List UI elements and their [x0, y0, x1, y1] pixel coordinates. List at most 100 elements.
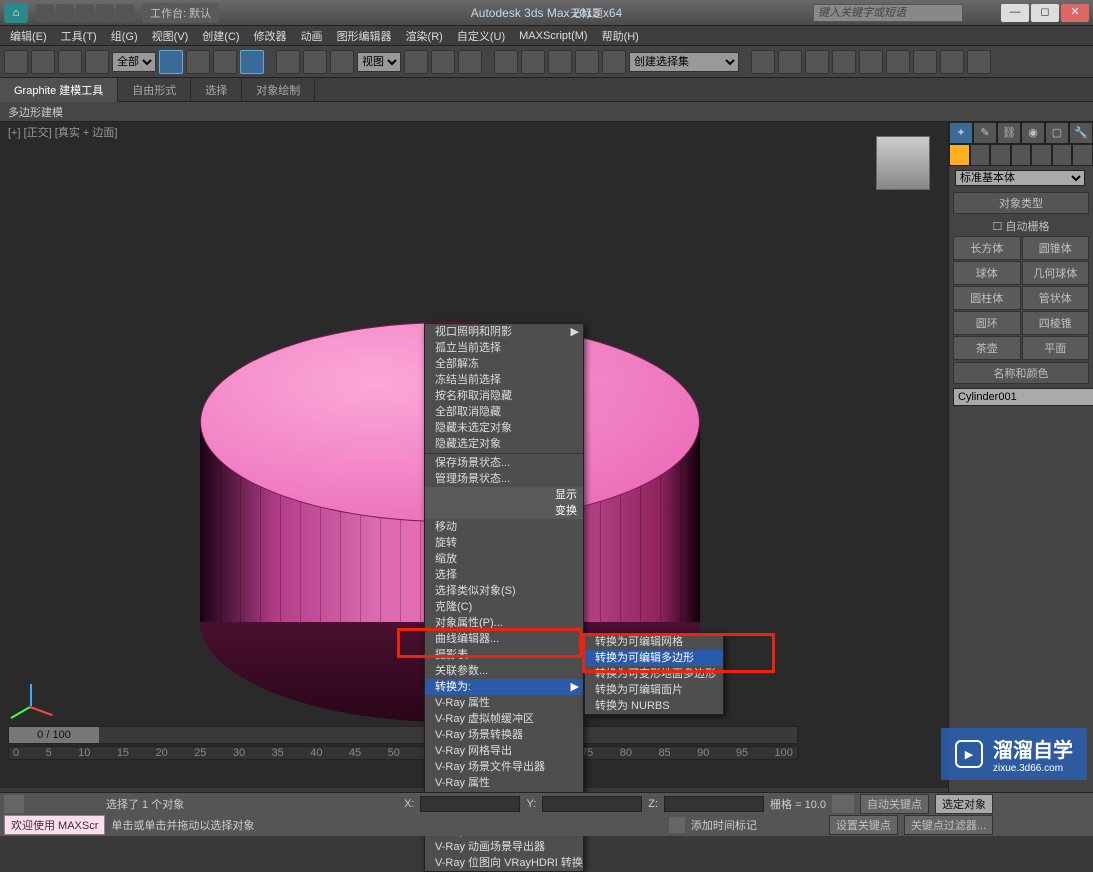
maxscript-mini-listener[interactable]: 欢迎使用 MAXScr — [4, 815, 105, 835]
systems-tab[interactable] — [1072, 144, 1093, 166]
menu-item[interactable]: 自定义(U) — [451, 26, 511, 46]
scale-button[interactable] — [330, 50, 354, 74]
qat-button[interactable] — [36, 4, 54, 22]
context-menu-item[interactable]: V-Ray 虚拟帧缓冲区 — [425, 711, 583, 727]
next-frame-button[interactable] — [1071, 795, 1089, 813]
time-tag-icon[interactable] — [669, 817, 685, 833]
coord-y-input[interactable] — [542, 796, 642, 812]
primitive-button[interactable]: 圆柱体 — [953, 286, 1021, 310]
context-menu-item[interactable]: 旋转 — [425, 535, 583, 551]
primitive-button[interactable]: 平面 — [1022, 336, 1090, 360]
undo-button[interactable] — [4, 50, 28, 74]
qat-button[interactable] — [116, 4, 134, 22]
context-menu-item[interactable]: 转换为可编辑面片 — [585, 682, 723, 698]
shapes-tab[interactable] — [970, 144, 991, 166]
primitive-button[interactable]: 茶壶 — [953, 336, 1021, 360]
context-menu-item[interactable]: 转换为可编辑多边形 — [585, 650, 723, 666]
menu-item[interactable]: 帮助(H) — [596, 26, 645, 46]
viewcube[interactable] — [876, 136, 930, 190]
autokey-button[interactable]: 自动关键点 — [860, 794, 929, 814]
utilities-tab[interactable]: 🔧 — [1069, 122, 1093, 144]
primitive-button[interactable]: 圆环 — [953, 311, 1021, 335]
edit-named-sel-button[interactable] — [602, 50, 626, 74]
context-menu-item[interactable]: 视口照明和阴影▶ — [425, 324, 583, 340]
menu-item[interactable]: 编辑(E) — [4, 26, 53, 46]
context-menu-item[interactable]: 克隆(C) — [425, 599, 583, 615]
percent-snap-button[interactable] — [548, 50, 572, 74]
context-menu-item[interactable]: 曲线编辑器... — [425, 631, 583, 647]
primitive-button[interactable]: 圆锥体 — [1022, 236, 1090, 260]
menu-item[interactable]: 图形编辑器 — [331, 26, 398, 46]
align-button[interactable] — [778, 50, 802, 74]
play-button[interactable] — [999, 795, 1017, 813]
time-slider[interactable]: 0 / 100 — [8, 726, 798, 744]
menu-item[interactable]: 动画 — [295, 26, 329, 46]
mirror-button[interactable] — [751, 50, 775, 74]
context-menu-item[interactable]: 转换为:▶ — [425, 679, 583, 695]
select-by-name-button[interactable] — [186, 50, 210, 74]
menu-item[interactable]: 视图(V) — [146, 26, 195, 46]
context-menu-item[interactable]: 转换为 NURBS — [585, 698, 723, 714]
primitive-button[interactable]: 几何球体 — [1022, 261, 1090, 285]
select-object-button[interactable] — [159, 50, 183, 74]
ribbon-tab[interactable]: 对象绘制 — [242, 78, 315, 102]
menu-item[interactable]: 渲染(R) — [400, 26, 449, 46]
create-tab[interactable]: ✦ — [949, 122, 973, 144]
modify-tab[interactable]: ✎ — [973, 122, 997, 144]
spinner-snap-button[interactable] — [575, 50, 599, 74]
quad-menu[interactable]: 视口照明和阴影▶孤立当前选择全部解冻冻结当前选择按名称取消隐藏全部取消隐藏隐藏未… — [424, 323, 584, 872]
context-menu-item[interactable]: 保存场景状态... — [425, 455, 583, 471]
context-menu-item[interactable]: 对象属性(P)... — [425, 615, 583, 631]
curve-editor-button[interactable] — [832, 50, 856, 74]
context-menu-item[interactable]: V-Ray 位图向 VRayHDRI 转换 — [425, 855, 583, 871]
help-search-input[interactable]: 键入关键字或短语 — [813, 4, 963, 22]
context-menu-item[interactable]: 全部解冻 — [425, 356, 583, 372]
goto-start-button[interactable] — [1023, 795, 1041, 813]
context-menu-item[interactable]: V-Ray 场景文件导出器 — [425, 759, 583, 775]
viewport-nav-button[interactable] — [999, 816, 1017, 834]
context-menu-item[interactable]: 隐藏未选定对象 — [425, 420, 583, 436]
context-menu-item[interactable]: V-Ray 属性 — [425, 775, 583, 791]
angle-snap-button[interactable] — [521, 50, 545, 74]
viewport-nav-button[interactable] — [1047, 816, 1065, 834]
qat-button[interactable] — [96, 4, 114, 22]
rect-select-button[interactable] — [213, 50, 237, 74]
context-menu-item[interactable]: 转换为可编辑网格 — [585, 634, 723, 650]
context-menu-item[interactable]: 摄影表... — [425, 647, 583, 663]
context-menu-item[interactable]: 冻结当前选择 — [425, 372, 583, 388]
named-selection-dropdown[interactable]: 创建选择集 — [629, 52, 739, 72]
context-menu-item[interactable]: 缩放 — [425, 551, 583, 567]
link-button[interactable] — [58, 50, 82, 74]
render-frame-button[interactable] — [940, 50, 964, 74]
redo-button[interactable] — [31, 50, 55, 74]
layers-button[interactable] — [805, 50, 829, 74]
menu-item[interactable]: 组(G) — [105, 26, 144, 46]
spacewarps-tab[interactable] — [1052, 144, 1073, 166]
display-tab[interactable]: ▢ — [1045, 122, 1069, 144]
context-menu-item[interactable]: 隐藏选定对象 — [425, 436, 583, 452]
menu-item[interactable]: 创建(C) — [196, 26, 245, 46]
context-menu-item[interactable]: V-Ray 属性 — [425, 695, 583, 711]
coord-x-input[interactable] — [420, 796, 520, 812]
prev-frame-button[interactable] — [1047, 795, 1065, 813]
primitive-button[interactable]: 长方体 — [953, 236, 1021, 260]
context-menu-item[interactable]: 选择 — [425, 567, 583, 583]
viewport-nav-button[interactable] — [1071, 816, 1089, 834]
qat-button[interactable] — [76, 4, 94, 22]
primitive-button[interactable]: 四棱锥 — [1022, 311, 1090, 335]
geometry-category-dropdown[interactable]: 标准基本体 — [955, 170, 1085, 186]
menu-item[interactable]: 修改器 — [248, 26, 293, 46]
select-manip-button[interactable] — [431, 50, 455, 74]
rotate-button[interactable] — [303, 50, 327, 74]
viewport-label[interactable]: [+] [正交] [真实 + 边面] — [8, 124, 117, 140]
setkey-button[interactable]: 设置关键点 — [829, 815, 898, 835]
viewport-nav-button[interactable] — [1023, 816, 1041, 834]
context-menu-item[interactable]: 管理场景状态... — [425, 471, 583, 487]
object-type-rollout-header[interactable]: 对象类型 — [953, 192, 1089, 214]
context-menu-item[interactable]: V-Ray 网格导出 — [425, 743, 583, 759]
menu-item[interactable]: MAXScript(M) — [513, 28, 593, 44]
workspace-selector[interactable]: 工作台: 默认 — [142, 3, 219, 23]
app-logo-icon[interactable]: ⌂ — [4, 3, 28, 23]
ribbon-tab[interactable]: Graphite 建模工具 — [0, 78, 118, 102]
minimize-button[interactable]: — — [1001, 4, 1029, 22]
